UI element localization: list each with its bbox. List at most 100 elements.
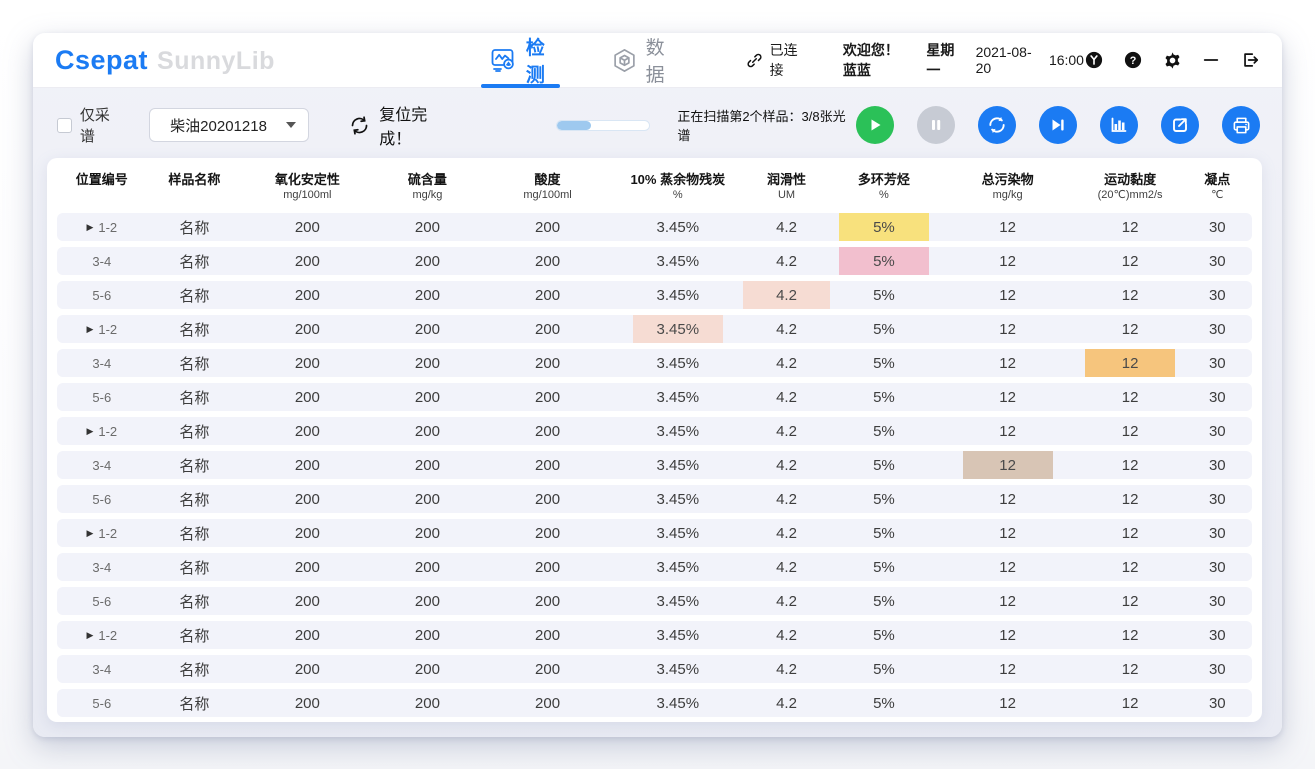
column-unit: %	[673, 189, 683, 201]
expand-arrow-icon[interactable]: ▶	[86, 528, 93, 539]
spectra-only-checkbox[interactable]	[57, 118, 72, 133]
value-cell: 12	[1078, 417, 1183, 445]
value-cell: 3.45%	[613, 655, 743, 683]
export-button[interactable]	[1161, 106, 1199, 144]
value-cell: 12	[1078, 621, 1183, 649]
value-cell: 12	[938, 281, 1078, 309]
table-row[interactable]: 3-4名称2002002003.45%4.25%121230	[57, 553, 1252, 581]
value-cell: 12	[1078, 315, 1183, 343]
column-header: 运动黏度(20℃)mm2/s	[1078, 172, 1183, 201]
value-cell: 200	[372, 587, 482, 615]
table-row[interactable]: ▶1-2名称2002002003.45%4.25%121230	[57, 315, 1252, 343]
exit-icon[interactable]	[1240, 50, 1260, 70]
minimize-icon[interactable]	[1201, 50, 1221, 70]
value-cell: 200	[242, 485, 372, 513]
table-row[interactable]: 3-4名称2002002003.45%4.25%121230	[57, 655, 1252, 683]
column-header: 总污染物mg/kg	[938, 172, 1078, 201]
value-cell: 12	[938, 553, 1078, 581]
position-cell: 5-6	[57, 281, 147, 309]
column-header: 氧化安定性mg/100ml	[242, 172, 372, 201]
value-cell: 4.2	[743, 213, 830, 241]
table-row[interactable]: 5-6名称2002002003.45%4.25%121230	[57, 689, 1252, 717]
table-row[interactable]: ▶1-2名称2002002003.45%4.25%121230	[57, 213, 1252, 241]
sample-select-value: 柴油20201218	[170, 115, 267, 136]
position-cell: 5-6	[57, 587, 147, 615]
value-cell: 12	[1078, 485, 1183, 513]
position-cell: ▶1-2	[57, 213, 147, 241]
tab-detection[interactable]: 检测	[487, 33, 554, 88]
value-cell: 30	[1183, 451, 1252, 479]
skip-next-button[interactable]	[1039, 106, 1077, 144]
column-label: 酸度	[535, 172, 561, 187]
value-cell: 12	[938, 485, 1078, 513]
question-circle-icon[interactable]: ?	[1123, 50, 1143, 70]
value-cell: 12	[1078, 519, 1183, 547]
expand-arrow-icon[interactable]: ▶	[86, 324, 93, 335]
value-cell: 5%	[830, 383, 938, 411]
table-row[interactable]: 5-6名称2002002003.45%4.25%121230	[57, 587, 1252, 615]
highlighted-value: 12	[1085, 349, 1175, 377]
value-cell: 12	[938, 417, 1078, 445]
value-cell: 12	[1078, 451, 1183, 479]
table-row[interactable]: ▶1-2名称2002002003.45%4.25%121230	[57, 621, 1252, 649]
position-label: 3-4	[92, 254, 111, 269]
value-cell: 12	[938, 587, 1078, 615]
value-cell: 200	[372, 519, 482, 547]
value-cell: 200	[372, 417, 482, 445]
value-cell: 200	[242, 621, 372, 649]
value-cell: 30	[1183, 587, 1252, 615]
value-cell: 4.2	[743, 349, 830, 377]
wrench-circle-icon[interactable]	[1084, 50, 1104, 70]
table-row[interactable]: 3-4名称2002002003.45%4.25%121230	[57, 247, 1252, 275]
value-cell: 5%	[830, 349, 938, 377]
value-cell: 200	[372, 213, 482, 241]
refresh-button[interactable]	[978, 106, 1016, 144]
position-label: 1-2	[98, 322, 117, 337]
value-cell: 200	[242, 519, 372, 547]
start-button[interactable]	[856, 106, 894, 144]
value-cell: 12	[1078, 247, 1183, 275]
table-row[interactable]: 3-4名称2002002003.45%4.25%121230	[57, 451, 1252, 479]
table-row[interactable]: ▶1-2名称2002002003.45%4.25%121230	[57, 519, 1252, 547]
pause-button[interactable]	[917, 106, 955, 144]
position-label: 5-6	[92, 492, 111, 507]
value-cell: 3.45%	[613, 213, 743, 241]
position-label: 1-2	[98, 526, 117, 541]
value-cell: 200	[372, 689, 482, 717]
value-cell: 4.2	[743, 485, 830, 513]
expand-arrow-icon[interactable]: ▶	[86, 222, 93, 233]
value-cell: 名称	[147, 655, 243, 683]
value-cell: 200	[242, 349, 372, 377]
time-text: 16:00	[1049, 52, 1084, 68]
weekday-text: 星期一	[926, 40, 960, 80]
gear-icon[interactable]	[1162, 50, 1182, 70]
bar-chart-button[interactable]	[1100, 106, 1138, 144]
position-cell: ▶ 1-2	[57, 519, 147, 547]
tab-data-label: 数据	[646, 33, 670, 87]
value-cell: 4.2	[743, 587, 830, 615]
expand-arrow-icon[interactable]: ▶	[86, 630, 93, 641]
sample-select[interactable]: 柴油20201218	[149, 108, 309, 142]
tab-data[interactable]: 数据	[608, 33, 674, 88]
window-controls: ?	[1084, 50, 1260, 70]
position-label: 3-4	[92, 458, 111, 473]
table-row[interactable]: 3-4名称2002002003.45%4.25%121230	[57, 349, 1252, 377]
column-unit: mg/100ml	[283, 189, 331, 201]
table-row[interactable]: 5-6名称2002002003.45%4.25%121230	[57, 485, 1252, 513]
table-row[interactable]: 5-6名称2002002003.45%4.25%121230	[57, 281, 1252, 309]
value-cell: 30	[1183, 315, 1252, 343]
value-cell: 200	[482, 621, 612, 649]
value-cell: 200	[372, 315, 482, 343]
print-button[interactable]	[1222, 106, 1260, 144]
value-cell: 3.45%	[613, 451, 743, 479]
expand-arrow-icon[interactable]: ▶	[86, 426, 93, 437]
column-header: 凝点℃	[1183, 172, 1252, 201]
table-row[interactable]: 5-6名称2002002003.45%4.25%121230	[57, 383, 1252, 411]
scan-progress-bar	[556, 120, 651, 131]
value-cell: 12	[938, 213, 1078, 241]
value-cell: 200	[372, 621, 482, 649]
value-cell: 200	[372, 655, 482, 683]
reset-control[interactable]: 复位完成！	[349, 101, 457, 149]
table-row[interactable]: ▶1-2名称2002002003.45%4.25%121230	[57, 417, 1252, 445]
svg-text:?: ?	[1130, 55, 1137, 67]
